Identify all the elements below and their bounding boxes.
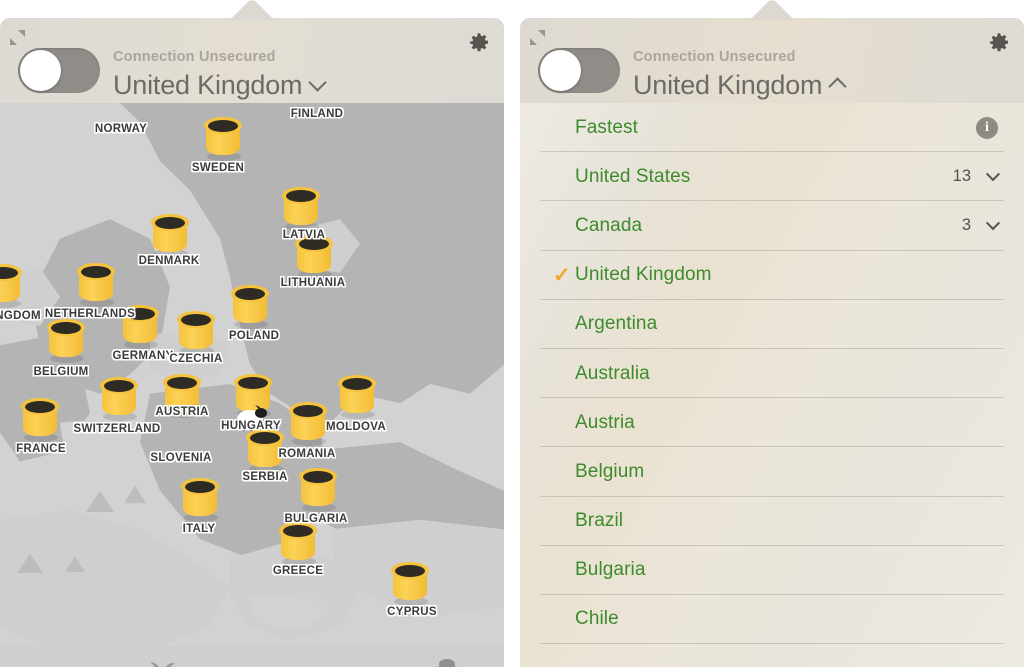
toggle-knob	[20, 50, 61, 91]
list-item-label: United Kingdom	[575, 264, 712, 286]
vpn-popover-list: Connection Unsecured United Kingdom Fast…	[520, 0, 1024, 667]
country-selector-left[interactable]: United Kingdom	[113, 69, 328, 100]
list-item-chile[interactable]: Chile	[520, 595, 1024, 645]
panel-body-list: Connection Unsecured United Kingdom Fast…	[520, 18, 1024, 667]
list-item-fastest[interactable]: Fastest i	[520, 103, 1024, 153]
list-item-united-states[interactable]: United States 13	[520, 152, 1024, 202]
list-item-label: Argentina	[575, 313, 658, 335]
info-icon[interactable]: i	[976, 116, 998, 139]
list-item-brazil[interactable]: Brazil	[520, 497, 1024, 546]
list-item-label: Bulgaria	[575, 559, 646, 581]
server-map[interactable]: NORWAY SWEDEN FINLAND DENMARK LATVIA LIT…	[0, 103, 504, 667]
server-count: 13	[952, 167, 971, 186]
connection-status-label: Connection Unsecured	[633, 49, 796, 65]
popover-notch-right	[749, 0, 795, 20]
gear-icon[interactable]	[468, 32, 490, 54]
list-item-bulgaria[interactable]: Bulgaria	[520, 546, 1024, 596]
panel-header-left: Connection Unsecured United Kingdom	[0, 18, 504, 103]
connection-toggle[interactable]	[18, 48, 100, 93]
list-item-label: United States	[575, 165, 691, 187]
gear-icon[interactable]	[988, 32, 1010, 54]
panel-body-map: Connection Unsecured United Kingdom NORW…	[0, 18, 504, 667]
chevron-down-icon[interactable]	[985, 216, 1001, 231]
list-item-label: Chile	[575, 608, 619, 630]
list-item-australia[interactable]: Australia	[520, 349, 1024, 399]
toggle-knob	[540, 50, 581, 91]
list-item-label: Brazil	[575, 510, 624, 532]
connection-status-label: Connection Unsecured	[113, 49, 276, 65]
list-item-united-kingdom[interactable]: ✓ United Kingdom	[520, 251, 1024, 300]
list-item-argentina[interactable]: Argentina	[520, 300, 1024, 350]
selected-country-label: United Kingdom	[113, 69, 303, 100]
chevron-up-icon[interactable]	[828, 77, 848, 96]
country-selector-right[interactable]: United Kingdom	[633, 69, 848, 100]
list-item-austria[interactable]: Austria	[520, 398, 1024, 448]
list-item-belgium[interactable]: Belgium	[520, 447, 1024, 497]
list-item-label: Canada	[575, 214, 643, 236]
popover-notch-left	[229, 0, 275, 20]
selected-country-label: United Kingdom	[633, 69, 823, 100]
panel-header-right: Connection Unsecured United Kingdom	[520, 18, 1024, 103]
chevron-down-icon[interactable]	[985, 166, 1001, 182]
list-item-canada[interactable]: Canada 3	[520, 201, 1024, 251]
screen-root: Connection Unsecured United Kingdom NORW…	[0, 0, 1024, 667]
vpn-popover-map: Connection Unsecured United Kingdom NORW…	[0, 0, 504, 667]
header-text-block: Connection Unsecured United Kingdom	[113, 49, 328, 100]
list-item-label: Australia	[575, 362, 650, 384]
checkmark-icon: ✓	[553, 263, 571, 287]
collapse-arrows-icon[interactable]	[10, 30, 32, 50]
header-text-block: Connection Unsecured United Kingdom	[633, 49, 848, 100]
connection-toggle[interactable]	[538, 48, 620, 93]
list-item-label: Fastest	[575, 116, 638, 138]
list-item-label: Belgium	[575, 460, 645, 482]
list-item-label: Austria	[575, 411, 635, 433]
chevron-down-icon[interactable]	[308, 73, 328, 92]
collapse-arrows-icon[interactable]	[530, 30, 552, 50]
server-count: 3	[961, 216, 971, 235]
country-list[interactable]: Fastest i United States 13 Canada 3 ✓ Un…	[520, 103, 1024, 667]
